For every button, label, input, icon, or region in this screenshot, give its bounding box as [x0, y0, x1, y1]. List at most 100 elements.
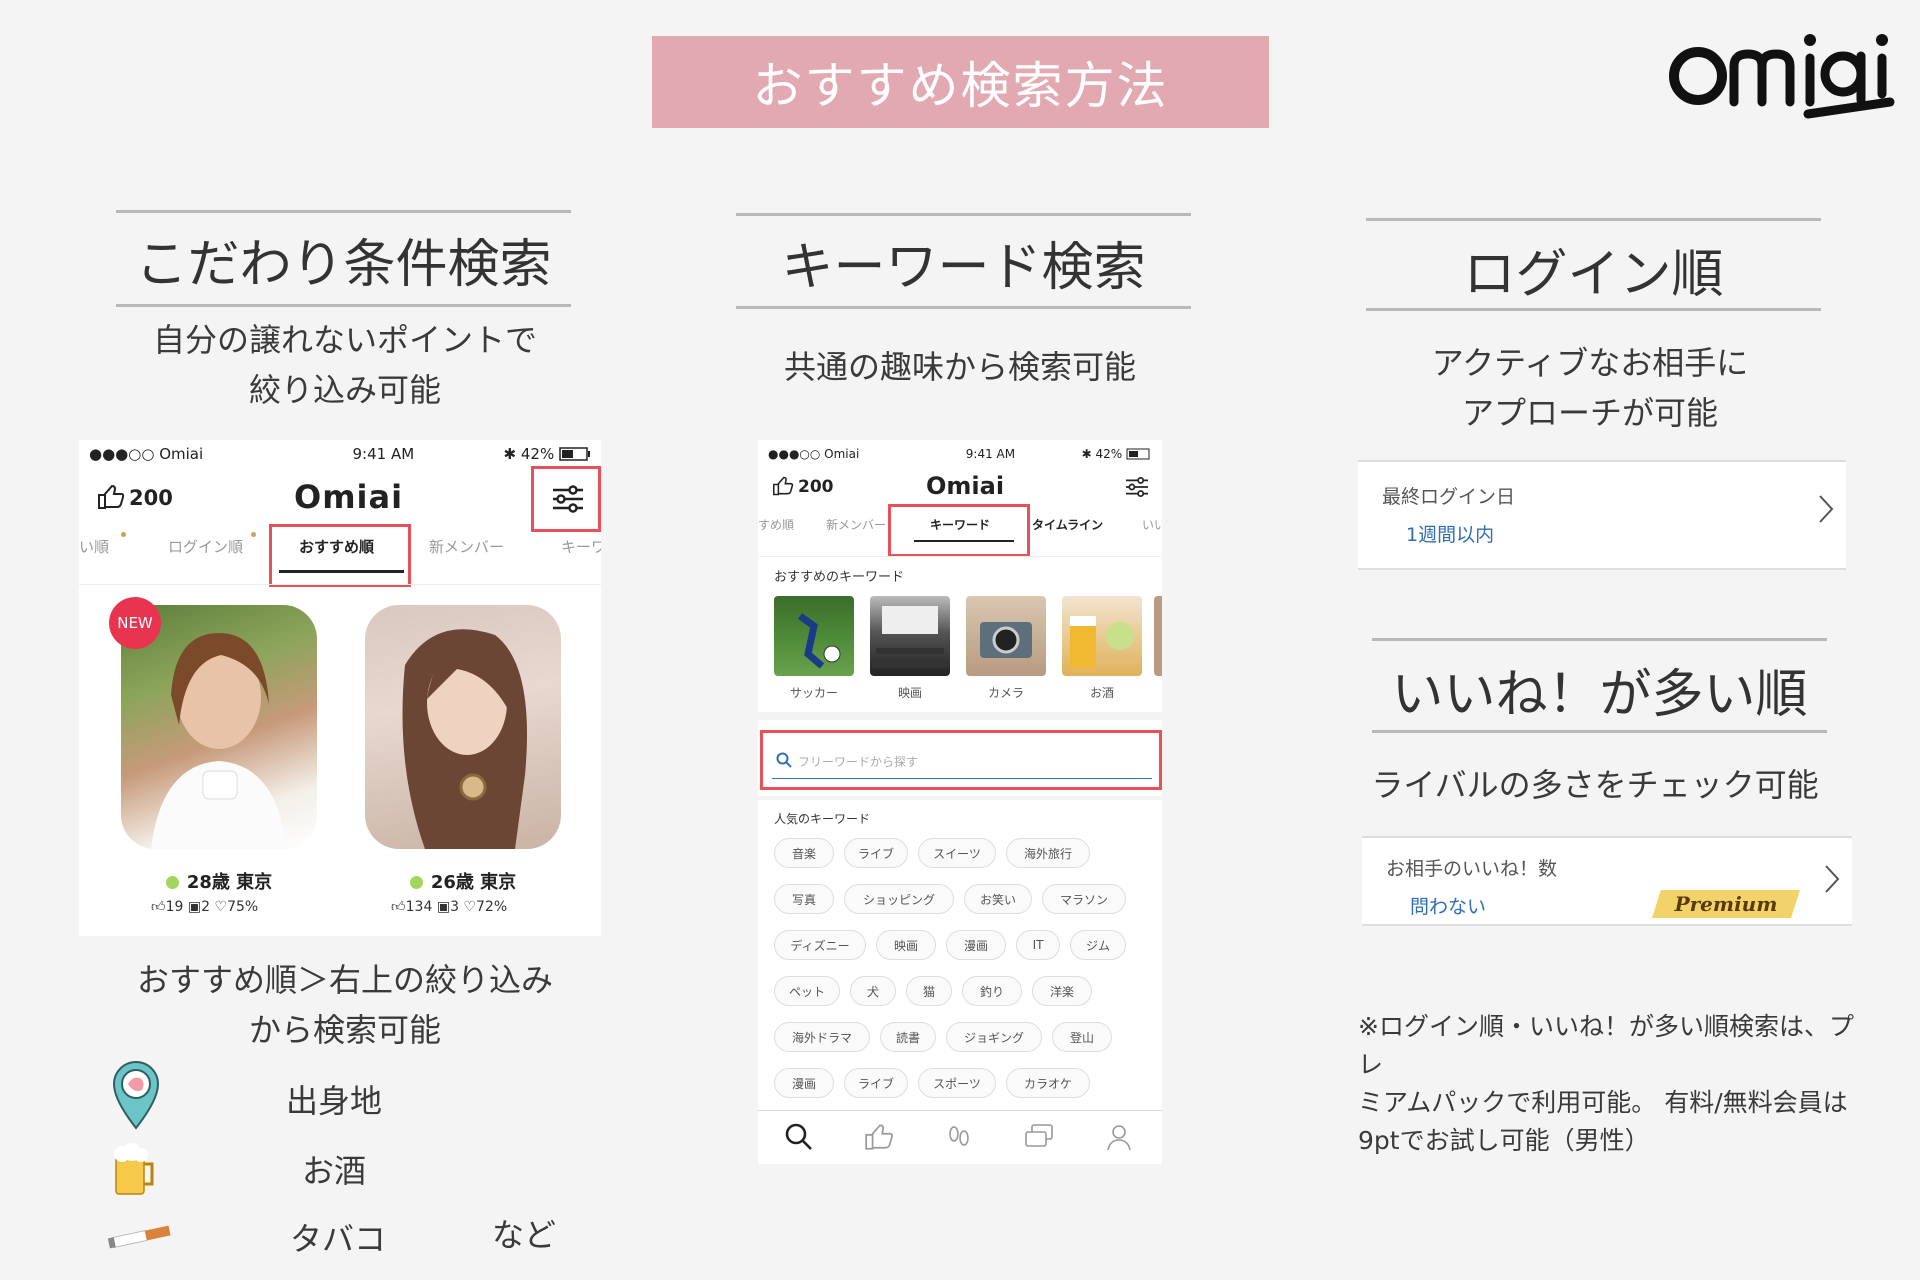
- keyword-chip[interactable]: カラオケ: [1006, 1068, 1090, 1098]
- keyword-chip[interactable]: 読書: [880, 1022, 936, 1052]
- section-desc-line1: アクティブなお相手に: [1431, 344, 1749, 382]
- keyword-chip[interactable]: IT: [1016, 930, 1060, 960]
- tab-timeline[interactable]: タイムライン: [1032, 516, 1103, 533]
- tab-new-members[interactable]: 新メンバー: [429, 536, 504, 557]
- keyword-chip[interactable]: 写真: [774, 884, 834, 914]
- tab-likes-order[interactable]: い順: [79, 536, 109, 557]
- tab-likes[interactable]: いい: [1142, 516, 1162, 533]
- popular-keywords-heading: 人気のキーワード: [774, 812, 871, 826]
- keyword-thumb-soccer[interactable]: [774, 596, 854, 676]
- status-time: 9:41 AM: [352, 445, 415, 463]
- recommend-keywords-heading: おすすめのキーワード: [774, 570, 905, 585]
- keyword-chip[interactable]: スポーツ: [918, 1068, 996, 1098]
- search-icon: [776, 752, 792, 768]
- cigarette-icon: [107, 1225, 171, 1249]
- phone-screenshot-keyword: ●●●○○ Omiai 9:41 AM ✱ 42% 200 Omiai すめ順 …: [758, 440, 1162, 1164]
- like-count: 200: [798, 477, 834, 497]
- keyword-label: カメラ: [987, 686, 1024, 700]
- example-tobacco: タバコ: [290, 1220, 387, 1258]
- section-title-login: ログイン順: [1463, 245, 1724, 305]
- bluetooth-icon: ✱: [1081, 447, 1092, 461]
- keyword-chip[interactable]: お笑い: [964, 884, 1032, 914]
- title-rule-top: [116, 210, 571, 213]
- thumbs-up-icon: [773, 476, 794, 496]
- title-rule-bottom: [1372, 730, 1827, 733]
- filter-card-last-login[interactable]: 最終ログイン日 1週間以内: [1358, 460, 1846, 570]
- like-icon: 👍︎: [391, 899, 406, 915]
- filter-sliders-icon[interactable]: [551, 484, 585, 514]
- status-battery: ✱ 42%: [1082, 447, 1152, 461]
- example-hometown: 出身地: [286, 1082, 383, 1120]
- keyword-chip[interactable]: ジム: [1070, 930, 1126, 960]
- profile-1-stats: 👍︎19 ▣2 ♡75%: [151, 899, 259, 915]
- keyword-chip[interactable]: 漫画: [946, 930, 1006, 960]
- search-input[interactable]: フリーワードから探す: [798, 753, 918, 770]
- tab-new-members[interactable]: 新メンバー: [826, 516, 886, 533]
- keyword-chip[interactable]: ジョギング: [946, 1022, 1042, 1052]
- example-alcohol: お酒: [302, 1152, 367, 1190]
- tab-keyword[interactable]: キーワ: [561, 536, 601, 557]
- profile-1-age-location: 28歳 東京: [121, 868, 317, 894]
- search-underline: [772, 778, 1152, 779]
- tab-login-order[interactable]: ログイン順: [168, 536, 243, 557]
- profile-photo-2[interactable]: [365, 605, 561, 849]
- filter-card-like-count[interactable]: お相手のいいね！数 問わない Premium: [1362, 836, 1852, 926]
- online-dot: [409, 876, 423, 889]
- keyword-chip[interactable]: 洋楽: [1032, 976, 1092, 1006]
- filter-label: お相手のいいね！数: [1386, 858, 1558, 880]
- premium-note: ※ログイン順・いいね！が多い順検索は、プレ ミアムパックで利用可能。 有料/無料…: [1358, 1012, 1854, 1155]
- keyword-chip[interactable]: 犬: [850, 976, 896, 1006]
- profile-nav-icon[interactable]: [1104, 1122, 1134, 1152]
- heart-icon: ♡: [463, 899, 476, 915]
- keyword-thumb-more[interactable]: [1154, 596, 1162, 676]
- keyword-chip[interactable]: マラソン: [1042, 884, 1126, 914]
- filter-sliders-icon[interactable]: [1124, 476, 1150, 498]
- keyword-label: 映画: [897, 686, 922, 700]
- keyword-thumb-alcohol[interactable]: [1062, 596, 1142, 676]
- keyword-chip[interactable]: ライブ: [844, 838, 908, 868]
- keyword-chip[interactable]: 登山: [1052, 1022, 1112, 1052]
- section-title-keyword: キーワード検索: [781, 238, 1146, 298]
- tab-recommend[interactable]: すめ順: [758, 516, 794, 533]
- online-dot: [165, 876, 179, 889]
- messages-nav-icon[interactable]: [1024, 1122, 1054, 1152]
- status-carrier: ●●●○○ Omiai: [768, 447, 860, 461]
- keyword-chip[interactable]: 海外ドラマ: [774, 1022, 870, 1052]
- page-banner: おすすめ検索方法: [652, 36, 1269, 128]
- like-count: 200: [129, 486, 173, 510]
- keyword-chip[interactable]: 映画: [876, 930, 936, 960]
- keyword-chip[interactable]: 海外旅行: [1006, 838, 1090, 868]
- keyword-thumb-camera[interactable]: [966, 596, 1046, 676]
- search-nav-icon[interactable]: [784, 1122, 814, 1152]
- thumbs-up-icon: [98, 484, 125, 509]
- tab-dot: [121, 532, 126, 537]
- chevron-right-icon: [1819, 495, 1834, 523]
- caption-line2: から検索可能: [248, 1011, 441, 1049]
- keyword-chip[interactable]: 猫: [906, 976, 952, 1006]
- keyword-chip[interactable]: スイーツ: [918, 838, 996, 868]
- keyword-chip[interactable]: ディズニー: [774, 930, 866, 960]
- title-rule-top: [1372, 638, 1827, 641]
- likes-nav-icon[interactable]: [864, 1122, 894, 1152]
- heart-icon: ♡: [214, 899, 228, 915]
- caption-line1: おすすめ順＞右上の絞り込み: [136, 961, 553, 999]
- section-divider: [758, 712, 1162, 720]
- footprints-nav-icon[interactable]: [944, 1122, 974, 1152]
- tab-divider: [758, 556, 1162, 557]
- bottom-nav-divider: [758, 1110, 1162, 1111]
- keyword-chip[interactable]: 漫画: [774, 1068, 834, 1098]
- battery-icon: [1126, 448, 1150, 460]
- keyword-chip[interactable]: ライブ: [844, 1068, 908, 1098]
- keyword-chip[interactable]: ペット: [774, 976, 840, 1006]
- title-rule-bottom: [116, 304, 571, 307]
- like-icon: 👍︎: [151, 899, 166, 915]
- keyword-thumb-movie[interactable]: [870, 596, 950, 676]
- title-rule-bottom: [1366, 308, 1821, 311]
- section-desc-line1: 自分の譲れないポイントで: [152, 321, 537, 359]
- keyword-chip[interactable]: ショッピング: [844, 884, 954, 914]
- keyword-chip[interactable]: 釣り: [962, 976, 1022, 1006]
- examples-suffix: など: [492, 1216, 557, 1254]
- profile-2-age-location: 26歳 東京: [365, 868, 561, 894]
- keyword-chip[interactable]: 音楽: [774, 838, 834, 868]
- camera-icon: ▣: [436, 899, 451, 915]
